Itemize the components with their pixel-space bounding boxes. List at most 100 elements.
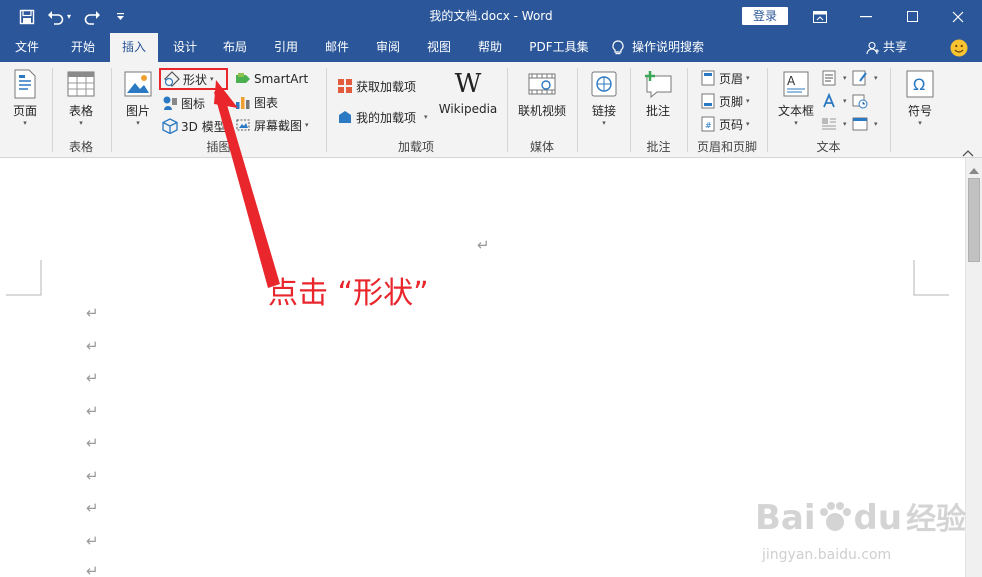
chevron-down-icon: ▾ — [136, 119, 140, 127]
chevron-down-icon: ▾ — [874, 74, 878, 82]
screenshot-icon — [235, 117, 251, 133]
table-button[interactable]: 表格 ▾ — [60, 66, 102, 127]
group-label-media: 媒体 — [529, 140, 554, 154]
get-addins-button[interactable]: 获取加载项 — [337, 76, 416, 96]
chevron-down-icon: ▾ — [874, 120, 878, 128]
shapes-button[interactable]: 形状 ▾ — [159, 68, 228, 90]
wikipedia-icon: W — [454, 69, 482, 99]
object-icon — [852, 116, 868, 132]
drop-cap-icon — [821, 116, 837, 132]
object-button[interactable]: ▾ — [852, 114, 878, 134]
tab-references[interactable]: 引用 — [263, 33, 309, 62]
scroll-thumb[interactable] — [968, 178, 980, 262]
chevron-down-icon: ▾ — [918, 119, 922, 127]
smiley-feedback-icon[interactable] — [948, 33, 970, 62]
footer-icon — [700, 93, 716, 109]
symbol-label: 符号 — [907, 104, 932, 118]
tab-review[interactable]: 审阅 — [365, 33, 411, 62]
chevron-down-icon: ▾ — [23, 119, 27, 127]
smartart-icon — [235, 71, 251, 87]
3d-models-button[interactable]: 3D 模型 ▾ — [162, 116, 232, 136]
chevron-down-icon: ▾ — [843, 120, 847, 128]
footer-button[interactable]: 页脚 ▾ — [700, 91, 750, 111]
picture-button[interactable]: 图片 ▾ — [119, 66, 157, 127]
tab-view[interactable]: 视图 — [416, 33, 462, 62]
customize-qat-icon[interactable] — [112, 0, 128, 33]
page-icon — [9, 68, 41, 100]
svg-text:Ω: Ω — [913, 75, 925, 94]
paragraph-mark: ↵ — [86, 499, 99, 517]
tab-layout[interactable]: 布局 — [212, 33, 258, 62]
wordart-button[interactable]: ▾ — [821, 91, 847, 111]
paragraph-mark: ↵ — [86, 402, 99, 420]
login-button[interactable]: 登录 — [742, 7, 788, 25]
ribbon-display-options-icon[interactable] — [797, 0, 843, 33]
close-icon[interactable] — [935, 0, 981, 33]
share-button[interactable]: 共享 — [866, 33, 916, 62]
textbox-button[interactable]: A 文本框 ▾ — [774, 66, 818, 127]
minimize-icon[interactable] — [843, 0, 889, 33]
title-bar: ▾ 我的文档.docx - Word 登录 — [0, 0, 982, 33]
links-button[interactable]: 链接 ▾ — [585, 66, 623, 127]
baidu-watermark: Bai du 经验 — [755, 494, 966, 538]
header-icon — [700, 70, 716, 86]
redo-icon[interactable] — [80, 0, 104, 33]
icons-button[interactable]: 图标 — [162, 93, 205, 113]
tab-mailings[interactable]: 邮件 — [314, 33, 360, 62]
collapse-ribbon-icon[interactable] — [962, 146, 974, 157]
group-separator — [890, 68, 891, 152]
comment-button[interactable]: 批注 — [638, 66, 678, 119]
tab-pdf-tools[interactable]: PDF工具集 — [520, 33, 598, 62]
tab-home[interactable]: 开始 — [58, 33, 108, 62]
pages-button[interactable]: 页面 ▾ — [6, 66, 44, 127]
page-number-icon: # — [700, 116, 716, 132]
person-icon — [866, 41, 880, 55]
date-time-button[interactable] — [852, 91, 871, 111]
tab-design[interactable]: 设计 — [162, 33, 208, 62]
watermark-url: jingyan.baidu.com — [762, 547, 892, 563]
group-label-illustrations: 插图 — [206, 140, 231, 154]
screenshot-button[interactable]: 屏幕截图 ▾ — [235, 115, 309, 135]
svg-text:#: # — [705, 121, 712, 130]
undo-icon[interactable]: ▾ — [44, 0, 74, 33]
watermark-brand: Bai — [755, 498, 816, 538]
signature-line-button[interactable]: ▾ — [852, 68, 878, 88]
maximize-icon[interactable] — [889, 0, 935, 33]
chevron-down-icon: ▾ — [843, 97, 847, 105]
page-number-button[interactable]: # 页码 ▾ — [700, 114, 750, 134]
bar-chart-icon — [235, 94, 251, 110]
paragraph-mark: ↵ — [86, 337, 99, 355]
chart-button[interactable]: 图表 — [235, 92, 278, 112]
tab-insert[interactable]: 插入 — [110, 33, 158, 62]
store-icon — [337, 78, 353, 94]
my-addins-button[interactable]: 我的加载项 ▾ — [337, 107, 428, 127]
paragraph-mark: ↵ — [86, 304, 99, 322]
tell-me-label: 操作说明搜索 — [632, 40, 705, 54]
svg-text:A: A — [787, 74, 796, 88]
symbol-button[interactable]: Ω 符号 ▾ — [900, 66, 940, 127]
online-video-button[interactable]: 联机视频 — [514, 66, 570, 119]
wikipedia-button[interactable]: W Wikipedia — [437, 66, 499, 116]
click-shapes-annotation: 点击 “形状” — [268, 276, 429, 311]
header-button[interactable]: 页眉 ▾ — [700, 68, 750, 88]
drop-cap-button[interactable]: ▾ — [821, 114, 847, 134]
smartart-button[interactable]: SmartArt — [235, 69, 308, 89]
paragraph-mark: ↵ — [86, 562, 99, 577]
video-icon — [526, 68, 558, 100]
comment-label: 批注 — [645, 104, 670, 118]
textbox-icon: A — [780, 68, 812, 100]
tab-file[interactable]: 文件 — [4, 33, 50, 62]
tell-me-search[interactable]: 操作说明搜索 — [612, 33, 722, 62]
quick-parts-button[interactable]: ▾ — [821, 68, 847, 88]
ribbon-insert: 页面 ▾ 表格 ▾ 表格 图片 ▾ 形状 ▾ 图标 3D 模型 ▾ SmartA… — [0, 62, 982, 158]
tab-help[interactable]: 帮助 — [467, 33, 513, 62]
save-icon[interactable] — [14, 0, 40, 33]
chevron-down-icon: ▾ — [746, 97, 750, 105]
scroll-up-icon[interactable] — [969, 163, 979, 174]
footer-label: 页脚 — [719, 94, 744, 109]
chevron-down-icon: ▾ — [746, 74, 750, 82]
link-icon — [588, 68, 620, 100]
vertical-scrollbar[interactable] — [965, 158, 982, 577]
chevron-down-icon: ▾ — [228, 122, 233, 130]
paragraph-mark: ↵ — [86, 369, 99, 387]
